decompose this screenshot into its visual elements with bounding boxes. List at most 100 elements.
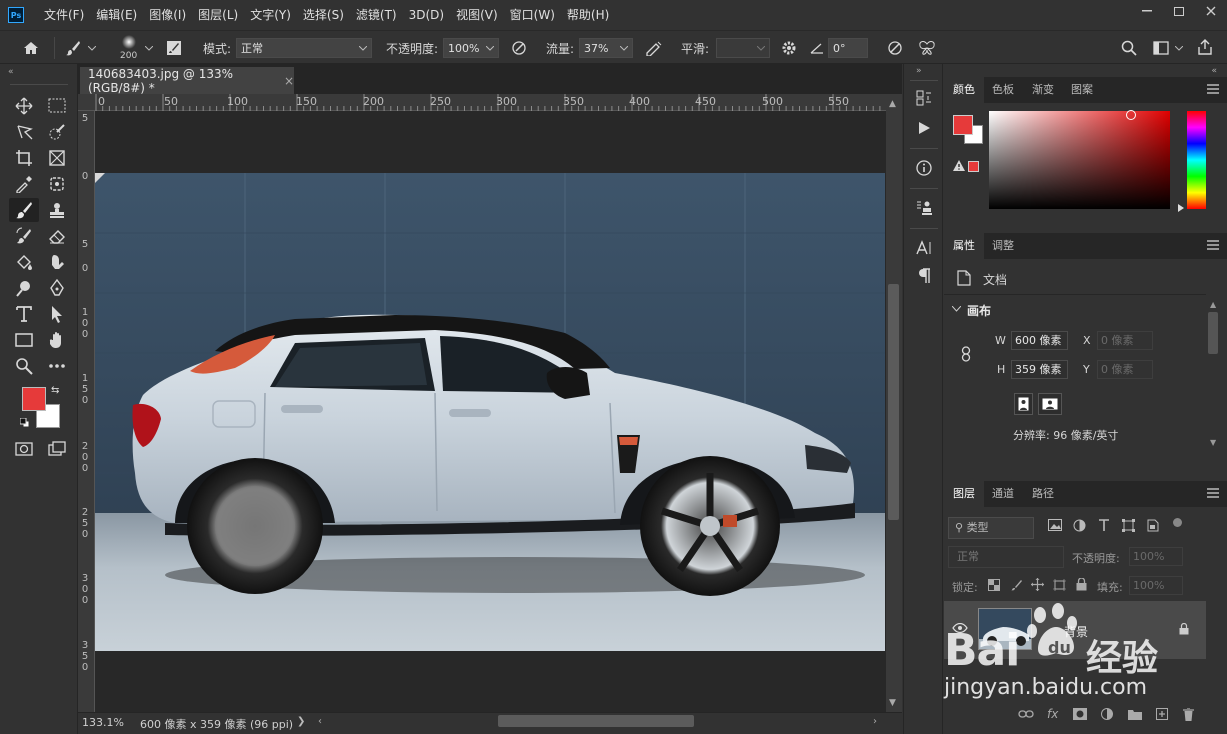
hue-slider[interactable] xyxy=(1187,111,1206,209)
chevron-down-icon[interactable] xyxy=(87,43,97,53)
vertical-scroll-thumb[interactable] xyxy=(888,284,899,520)
frame-tool[interactable] xyxy=(44,146,70,170)
actions-play-icon[interactable] xyxy=(913,118,935,138)
menu-window[interactable]: 窗口(W) xyxy=(504,0,561,30)
panel-menu-icon[interactable] xyxy=(1207,84,1219,94)
smudge-tool[interactable] xyxy=(44,250,70,274)
minimize-button[interactable] xyxy=(1131,0,1163,22)
quick-selection-tool[interactable] xyxy=(44,120,70,144)
panel-foreground-swatch[interactable] xyxy=(953,115,973,135)
portrait-orientation-button[interactable] xyxy=(1014,393,1033,415)
menu-type[interactable]: 文字(Y) xyxy=(244,0,297,30)
close-tab-icon[interactable]: × xyxy=(284,74,294,88)
zoom-tool[interactable] xyxy=(11,354,37,378)
tab-layers[interactable]: 图层 xyxy=(944,481,984,507)
menu-3d[interactable]: 3D(D) xyxy=(403,0,450,30)
clone-stamp-tool[interactable] xyxy=(44,198,70,222)
eraser-tool[interactable] xyxy=(44,224,70,248)
quick-mask-icon[interactable] xyxy=(11,437,37,461)
lock-all-icon[interactable] xyxy=(1076,578,1087,591)
rectangle-tool[interactable] xyxy=(11,328,37,352)
clone-source-icon[interactable] xyxy=(913,198,935,218)
pressure-size-icon[interactable] xyxy=(884,38,906,58)
new-group-icon[interactable] xyxy=(1128,709,1142,720)
scroll-right-icon[interactable]: › xyxy=(873,716,877,727)
character-icon[interactable] xyxy=(913,238,935,258)
scroll-up-icon[interactable]: ▲ xyxy=(1210,300,1216,309)
history-brush-tool[interactable] xyxy=(11,224,37,248)
color-field[interactable] xyxy=(989,111,1170,209)
layer-opacity-field[interactable]: 100% xyxy=(1129,547,1183,566)
move-tool[interactable] xyxy=(11,94,37,118)
brush-preview-icon[interactable] xyxy=(116,33,142,51)
flow-input[interactable]: 37% xyxy=(579,38,633,58)
close-window-button[interactable] xyxy=(1195,0,1227,22)
menu-select[interactable]: 选择(S) xyxy=(297,0,350,30)
color-picker-cursor[interactable] xyxy=(1126,110,1136,120)
x-field[interactable]: 0 像素 xyxy=(1097,331,1153,350)
link-icon[interactable] xyxy=(961,346,971,362)
filter-pixel-icon[interactable] xyxy=(1048,519,1062,531)
document-image[interactable] xyxy=(95,173,885,651)
brush-tool-preset-icon[interactable] xyxy=(62,38,84,58)
collapse-arrows-icon[interactable]: « xyxy=(1211,66,1217,76)
tab-swatches[interactable]: 色板 xyxy=(983,77,1023,103)
height-field[interactable]: 359 像素 xyxy=(1011,360,1068,379)
adjustment-layer-icon[interactable] xyxy=(1101,708,1113,720)
trash-icon[interactable] xyxy=(1183,708,1194,721)
fill-field[interactable]: 100% xyxy=(1129,576,1183,595)
workspace-icon[interactable] xyxy=(1150,38,1172,58)
menu-image[interactable]: 图像(I) xyxy=(143,0,192,30)
hue-marker-icon[interactable] xyxy=(1178,204,1184,212)
filter-shape-icon[interactable] xyxy=(1122,519,1135,532)
menu-help[interactable]: 帮助(H) xyxy=(561,0,615,30)
tab-patterns[interactable]: 图案 xyxy=(1062,77,1102,103)
add-mask-icon[interactable] xyxy=(1073,708,1087,720)
tab-channels[interactable]: 通道 xyxy=(983,481,1023,507)
lock-position-icon[interactable] xyxy=(1031,578,1044,591)
collapse-arrows-icon[interactable]: » xyxy=(916,66,922,76)
lock-pixels-icon[interactable] xyxy=(1010,579,1022,591)
y-field[interactable]: 0 像素 xyxy=(1097,360,1153,379)
menu-filter[interactable]: 滤镜(T) xyxy=(350,0,403,30)
scroll-left-icon[interactable]: ‹ xyxy=(318,716,322,727)
dodge-tool[interactable] xyxy=(11,276,37,300)
swap-colors-icon[interactable]: ⇆ xyxy=(51,385,59,396)
angle-input[interactable]: 0° xyxy=(828,38,868,58)
marquee-tool[interactable] xyxy=(44,94,70,118)
filter-toggle-icon[interactable] xyxy=(1173,518,1182,527)
scroll-down-icon[interactable]: ▼ xyxy=(889,698,896,708)
more-tools-icon[interactable] xyxy=(44,354,70,378)
link-layers-icon[interactable] xyxy=(1018,709,1034,719)
maximize-button[interactable] xyxy=(1163,0,1195,22)
paint-bucket-tool[interactable] xyxy=(11,250,37,274)
foreground-color-swatch[interactable] xyxy=(22,387,46,411)
tab-paths[interactable]: 路径 xyxy=(1023,481,1063,507)
status-menu-arrow-icon[interactable]: ❯ xyxy=(297,716,305,727)
scroll-up-icon[interactable]: ▲ xyxy=(889,99,896,109)
share-icon[interactable] xyxy=(1194,37,1216,57)
airbrush-icon[interactable] xyxy=(643,38,665,58)
eyedropper-tool[interactable] xyxy=(11,172,37,196)
pen-tool[interactable] xyxy=(44,276,70,300)
filter-smart-object-icon[interactable] xyxy=(1147,519,1159,532)
lasso-tool[interactable] xyxy=(11,120,37,144)
spot-healing-tool[interactable] xyxy=(44,172,70,196)
crop-tool[interactable] xyxy=(11,146,37,170)
landscape-orientation-button[interactable] xyxy=(1038,393,1062,415)
width-field[interactable]: 600 像素 xyxy=(1011,331,1068,350)
type-tool[interactable] xyxy=(11,302,37,326)
collapse-arrows-icon[interactable]: « xyxy=(8,67,14,77)
history-icon[interactable] xyxy=(913,88,935,108)
info-icon[interactable] xyxy=(913,158,935,178)
menu-view[interactable]: 视图(V) xyxy=(450,0,504,30)
filter-adjustment-icon[interactable] xyxy=(1073,519,1086,532)
menu-edit[interactable]: 编辑(E) xyxy=(90,0,143,30)
horizontal-scroll-thumb[interactable] xyxy=(498,715,694,727)
menu-file[interactable]: 文件(F) xyxy=(38,0,90,30)
chevron-down-icon[interactable] xyxy=(144,43,154,53)
lock-artboard-icon[interactable] xyxy=(1053,579,1066,591)
properties-scroll-thumb[interactable] xyxy=(1208,312,1218,354)
brush-settings-icon[interactable] xyxy=(163,38,185,58)
brush-tool[interactable] xyxy=(9,198,39,222)
